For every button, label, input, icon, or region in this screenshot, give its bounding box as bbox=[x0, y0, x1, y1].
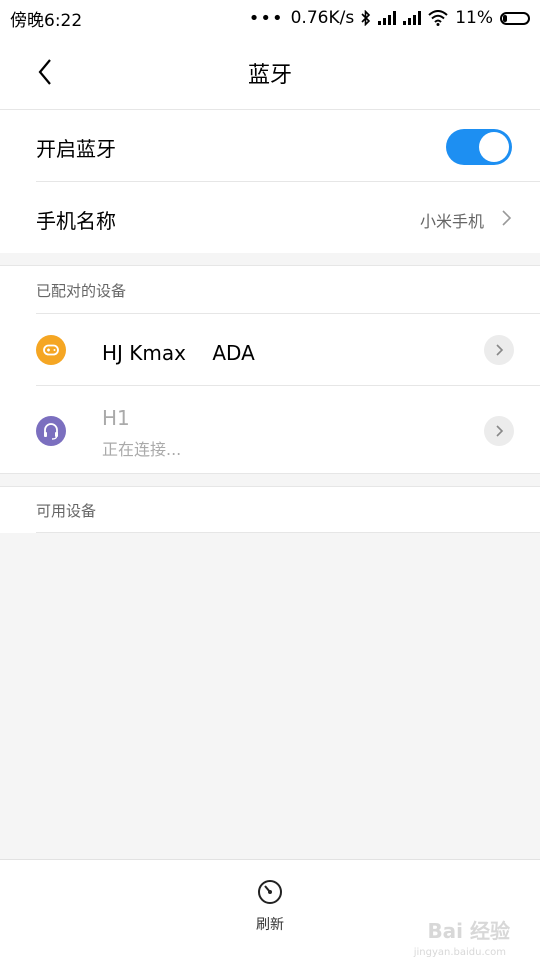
headset-icon bbox=[36, 416, 66, 446]
wifi-icon bbox=[428, 10, 448, 26]
bottom-bar: 刷新 Bai 经验 jingyan.baidu.com bbox=[0, 859, 540, 960]
notification-dots: ••• bbox=[248, 7, 284, 29]
available-devices-card: 可用设备 bbox=[0, 486, 540, 533]
chevron-right-icon bbox=[496, 344, 504, 356]
watermark-brand: Bai 经验 bbox=[427, 919, 510, 943]
watermark-url: jingyan.baidu.com bbox=[413, 947, 506, 958]
paired-devices-card: 已配对的设备 HJ Kmax ADA H1 正在连接... bbox=[0, 265, 540, 474]
toggle-knob bbox=[479, 132, 509, 162]
section-header-available: 可用设备 bbox=[36, 502, 97, 520]
device-name: HJ Kmax ADA bbox=[102, 341, 255, 365]
paired-device-row[interactable]: H1 正在连接... bbox=[36, 386, 540, 474]
page-title: 蓝牙 bbox=[247, 63, 292, 88]
device-detail-button[interactable] bbox=[484, 335, 514, 365]
battery-icon bbox=[500, 11, 530, 25]
status-bar: 傍晚6:22 ••• 0.76K/s 11% bbox=[0, 0, 540, 36]
phone-name-label: 手机名称 bbox=[36, 209, 116, 233]
signal-icon bbox=[403, 11, 422, 25]
device-status: 正在连接... bbox=[102, 440, 182, 459]
battery-percent: 11% bbox=[455, 8, 493, 28]
bluetooth-toggle-row[interactable]: 开启蓝牙 bbox=[36, 110, 540, 182]
signal-icon bbox=[378, 11, 397, 25]
chevron-right-icon bbox=[502, 210, 512, 226]
bluetooth-icon bbox=[361, 10, 371, 26]
paired-device-row[interactable]: HJ Kmax ADA bbox=[36, 314, 540, 385]
refresh-icon bbox=[258, 880, 282, 904]
device-detail-button[interactable] bbox=[484, 416, 514, 446]
phone-name-value: 小米手机 bbox=[419, 212, 484, 231]
gamepad-icon bbox=[36, 335, 66, 365]
bluetooth-toggle[interactable] bbox=[446, 129, 512, 165]
status-icons: ••• 0.76K/s 11% bbox=[249, 8, 530, 29]
refresh-label: 刷新 bbox=[256, 917, 284, 933]
bluetooth-toggle-label: 开启蓝牙 bbox=[36, 137, 116, 161]
refresh-button[interactable]: 刷新 bbox=[240, 878, 300, 948]
phone-name-row[interactable]: 手机名称 小米手机 bbox=[36, 182, 540, 253]
settings-card: 开启蓝牙 手机名称 小米手机 bbox=[0, 110, 540, 253]
section-header-paired: 已配对的设备 bbox=[36, 282, 127, 300]
divider bbox=[36, 532, 540, 533]
title-bar: 蓝牙 bbox=[0, 36, 540, 110]
chevron-right-icon bbox=[496, 425, 504, 437]
status-time: 傍晚6:22 bbox=[10, 10, 83, 31]
device-name: H1 bbox=[102, 406, 130, 430]
network-speed: 0.76K/s bbox=[290, 8, 355, 28]
